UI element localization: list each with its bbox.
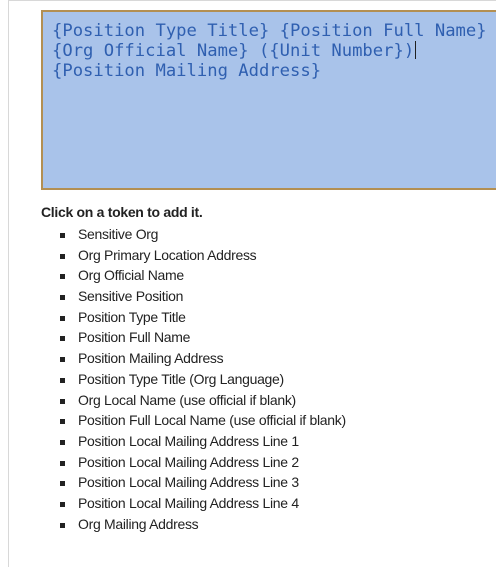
token-label: Position Local Mailing Address Line 2 xyxy=(78,453,299,470)
token-position-local-mailing-address-line-2[interactable]: Position Local Mailing Address Line 2 xyxy=(60,452,346,473)
bullet-icon xyxy=(60,501,65,507)
token-label: Position Type Title (Org Language) xyxy=(78,370,284,387)
token-label: Position Full Local Name (use official i… xyxy=(78,412,346,429)
token-position-full-local-name[interactable]: Position Full Local Name (use official i… xyxy=(60,410,346,431)
bullet-icon xyxy=(60,295,65,301)
token-position-type-title[interactable]: Position Type Title xyxy=(60,307,346,328)
token-position-mailing-address[interactable]: Position Mailing Address xyxy=(60,348,346,369)
textarea-line-2: {Org Official Name} ({Unit Number}) xyxy=(52,41,415,61)
token-label: Position Local Mailing Address Line 1 xyxy=(78,432,299,449)
token-label: Position Type Title xyxy=(78,308,186,325)
token-position-full-name[interactable]: Position Full Name xyxy=(60,327,346,348)
bullet-icon xyxy=(60,419,65,425)
bullet-icon xyxy=(60,315,65,321)
token-label: Org Mailing Address xyxy=(78,515,199,532)
token-label: Position Mailing Address xyxy=(78,350,224,367)
token-position-local-mailing-address-line-3[interactable]: Position Local Mailing Address Line 3 xyxy=(60,472,346,493)
bullet-icon xyxy=(60,377,65,383)
token-sensitive-position[interactable]: Sensitive Position xyxy=(60,286,346,307)
token-label: Position Full Name xyxy=(78,329,191,346)
bullet-icon xyxy=(60,274,65,280)
textarea-line-1: {Position Type Title} {Position Full Nam… xyxy=(52,21,487,41)
token-org-mailing-address[interactable]: Org Mailing Address xyxy=(60,514,346,535)
token-label: Position Local Mailing Address Line 4 xyxy=(78,494,299,511)
token-label: Sensitive Position xyxy=(78,288,184,305)
token-org-official-name[interactable]: Org Official Name xyxy=(60,265,346,286)
panel-left-border xyxy=(8,0,9,567)
token-position-type-title-org-language[interactable]: Position Type Title (Org Language) xyxy=(60,369,346,390)
bullet-icon xyxy=(60,522,65,528)
address-template-textarea[interactable]: {Position Type Title} {Position Full Nam… xyxy=(41,10,496,190)
bullet-icon xyxy=(60,398,65,404)
bullet-icon xyxy=(60,460,65,466)
token-label: Org Primary Location Address xyxy=(78,246,257,263)
token-label: Org Local Name (use official if blank) xyxy=(78,391,296,408)
bullet-icon xyxy=(60,233,65,238)
token-position-local-mailing-address-line-1[interactable]: Position Local Mailing Address Line 1 xyxy=(60,431,346,452)
token-label: Position Local Mailing Address Line 3 xyxy=(78,474,299,491)
token-org-local-name[interactable]: Org Local Name (use official if blank) xyxy=(60,390,346,411)
token-label: Org Official Name xyxy=(78,267,184,284)
token-label: Sensitive Org xyxy=(78,226,159,242)
token-position-local-mailing-address-line-4[interactable]: Position Local Mailing Address Line 4 xyxy=(60,493,346,514)
token-sensitive-org[interactable]: Sensitive Org xyxy=(60,224,346,245)
bullet-icon xyxy=(60,439,65,445)
token-org-primary-location-address[interactable]: Org Primary Location Address xyxy=(60,245,346,266)
panel-top-border xyxy=(8,0,496,1)
bullet-icon xyxy=(60,481,65,487)
text-caret xyxy=(415,41,417,59)
token-list: Sensitive Org Org Primary Location Addre… xyxy=(60,224,346,534)
bullet-icon xyxy=(60,336,65,342)
bullet-icon xyxy=(60,357,65,363)
bullet-icon xyxy=(60,253,65,259)
textarea-line-3: {Position Mailing Address} xyxy=(52,61,322,81)
token-instructions: Click on a token to add it. xyxy=(41,204,203,220)
